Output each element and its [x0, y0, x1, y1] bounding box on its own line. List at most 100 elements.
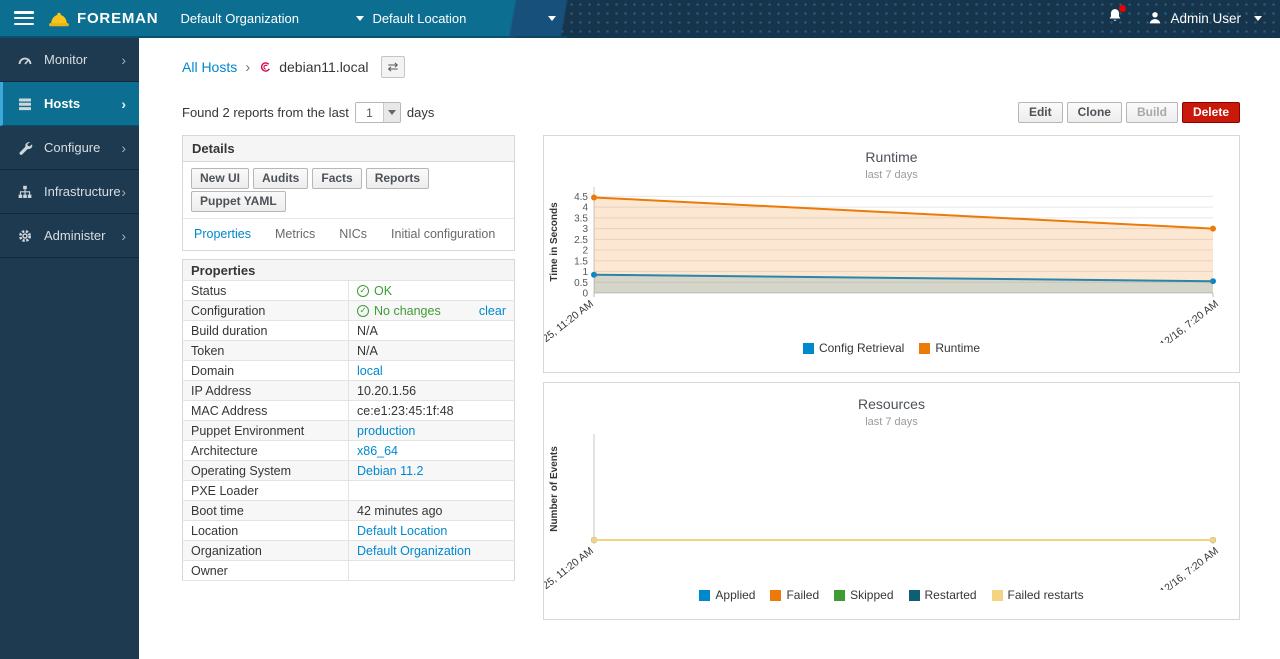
brand-logo[interactable]: FOREMAN	[48, 10, 158, 27]
tab-properties[interactable]: Properties	[194, 227, 251, 241]
organization-label: Default Organization	[180, 11, 350, 26]
clone-button[interactable]: Clone	[1067, 102, 1122, 123]
chevron-right-icon: ›	[121, 184, 126, 200]
sidebar-item-label: Hosts	[44, 96, 80, 111]
svg-text:12/16, 7:20 AM: 12/16, 7:20 AM	[1158, 545, 1221, 590]
tab-metrics[interactable]: Metrics	[275, 227, 315, 241]
location-dropdown[interactable]: Default Location	[372, 11, 556, 26]
audits-button[interactable]: Audits	[253, 168, 308, 189]
legend-swatch	[834, 590, 845, 601]
property-label: Organization	[183, 541, 349, 561]
property-label: Location	[183, 521, 349, 541]
gauge-icon	[17, 52, 34, 68]
user-menu[interactable]: Admin User	[1147, 10, 1262, 26]
clear-link[interactable]: clear	[479, 304, 506, 318]
new-ui-button[interactable]: New UI	[191, 168, 249, 189]
facts-button[interactable]: Facts	[312, 168, 361, 189]
details-panel-title: Details	[183, 136, 514, 162]
puppet-yaml-button[interactable]: Puppet YAML	[191, 191, 286, 212]
build-button: Build	[1126, 102, 1178, 123]
sidebar-item-administer[interactable]: Administer›	[0, 214, 139, 258]
chevron-right-icon: ›	[121, 228, 126, 244]
runtime-chart-title: Runtime	[544, 149, 1239, 165]
table-row: MAC Addressce:e1:23:45:1f:48	[183, 401, 515, 421]
resources-chart: 11/25, 11:20 AM12/16, 7:20 AMNumber of E…	[544, 430, 1239, 590]
property-value: Default Organization	[349, 541, 515, 561]
table-row: Build durationN/A	[183, 321, 515, 341]
ok-check-icon: ✓	[357, 305, 369, 317]
table-row: Location Default Location	[183, 521, 515, 541]
resources-chart-panel: Resources last 7 days 11/25, 11:20 AM12/…	[543, 382, 1240, 620]
operating-system-link[interactable]: Debian 11.2	[357, 464, 424, 478]
property-value: N/A	[349, 341, 515, 361]
runtime-chart-legend: Config Retrieval Runtime	[544, 341, 1239, 355]
edit-button[interactable]: Edit	[1018, 102, 1063, 123]
report-days-value: 1	[356, 103, 383, 122]
reports-summary-prefix: Found 2 reports from the last	[182, 105, 349, 120]
architecture-link[interactable]: x86_64	[357, 444, 398, 458]
properties-table-title: Properties	[183, 260, 515, 281]
properties-table: Properties Status✓OKConfiguration✓No cha…	[182, 259, 515, 581]
svg-text:11/25, 11:20 AM: 11/25, 11:20 AM	[544, 298, 596, 343]
reports-button[interactable]: Reports	[366, 168, 429, 189]
delete-button[interactable]: Delete	[1182, 102, 1240, 123]
domain-link[interactable]: local	[357, 364, 383, 378]
table-row: Owner	[183, 561, 515, 581]
svg-text:11/25, 11:20 AM: 11/25, 11:20 AM	[544, 545, 596, 590]
legend-label: Failed	[786, 588, 819, 602]
legend-item-skipped[interactable]: Skipped	[834, 588, 893, 602]
breadcrumb-separator: ›	[245, 59, 250, 76]
legend-item-failed[interactable]: Failed	[770, 588, 819, 602]
property-value: local	[349, 361, 515, 381]
legend-swatch	[699, 590, 710, 601]
property-value	[349, 561, 515, 581]
legend-item-applied[interactable]: Applied	[699, 588, 755, 602]
host-switcher-button[interactable]: ⇄	[381, 56, 406, 78]
svg-text:Time in Seconds: Time in Seconds	[549, 202, 560, 282]
legend-swatch	[919, 343, 930, 354]
menu-icon[interactable]	[14, 11, 34, 25]
user-icon	[1147, 10, 1163, 26]
legend-label: Config Retrieval	[819, 341, 904, 355]
organization-dropdown[interactable]: Default Organization	[180, 11, 364, 26]
sidebar-item-configure[interactable]: Configure›	[0, 126, 139, 170]
legend-item-config-retrieval[interactable]: Config Retrieval	[803, 341, 904, 355]
legend-label: Skipped	[850, 588, 893, 602]
property-value: N/A	[349, 321, 515, 341]
status-text: OK	[374, 284, 392, 298]
details-column: Details New UIAuditsFactsReports Puppet Y…	[182, 135, 515, 581]
main-content: All Hosts › debian11.local ⇄ Found 2 rep…	[139, 40, 1280, 659]
legend-item-restarted[interactable]: Restarted	[909, 588, 977, 602]
location-link[interactable]: Default Location	[357, 524, 447, 538]
caret-down-icon	[1254, 16, 1262, 21]
sidebar-item-infrastructure[interactable]: Infrastructure›	[0, 170, 139, 214]
resources-chart-legend: Applied Failed Skipped Restarted Failed rest…	[544, 588, 1239, 602]
notifications-button[interactable]	[1107, 7, 1123, 29]
gear-icon	[17, 228, 34, 244]
breadcrumb-all-hosts-link[interactable]: All Hosts	[182, 59, 237, 75]
legend-item-failed-restarts[interactable]: Failed restarts	[992, 588, 1084, 602]
table-row: PXE Loader	[183, 481, 515, 501]
property-value: production	[349, 421, 515, 441]
table-row: Domain local	[183, 361, 515, 381]
table-row: Boot time42 minutes ago	[183, 501, 515, 521]
report-days-select[interactable]: 1	[355, 102, 401, 123]
sidebar-item-hosts[interactable]: Hosts›	[0, 82, 139, 126]
runtime-chart: 00.511.522.533.544.511/25, 11:20 AM12/16…	[544, 183, 1239, 343]
status-text: No changes	[374, 304, 441, 318]
property-value: Default Location	[349, 521, 515, 541]
hardhat-icon	[48, 10, 70, 27]
organization-link[interactable]: Default Organization	[357, 544, 471, 558]
tab-initial-configuration[interactable]: Initial configuration	[391, 227, 495, 241]
property-label: Status	[183, 281, 349, 301]
wrench-icon	[17, 140, 34, 156]
legend-item-runtime[interactable]: Runtime	[919, 341, 980, 355]
user-name: Admin User	[1170, 11, 1241, 26]
property-label: Domain	[183, 361, 349, 381]
sidebar-item-label: Monitor	[44, 52, 87, 67]
tab-nics[interactable]: NICs	[339, 227, 367, 241]
sidebar-item-monitor[interactable]: Monitor›	[0, 38, 139, 82]
chevron-right-icon: ›	[121, 140, 126, 156]
puppet-environment-link[interactable]: production	[357, 424, 415, 438]
property-value: ce:e1:23:45:1f:48	[349, 401, 515, 421]
